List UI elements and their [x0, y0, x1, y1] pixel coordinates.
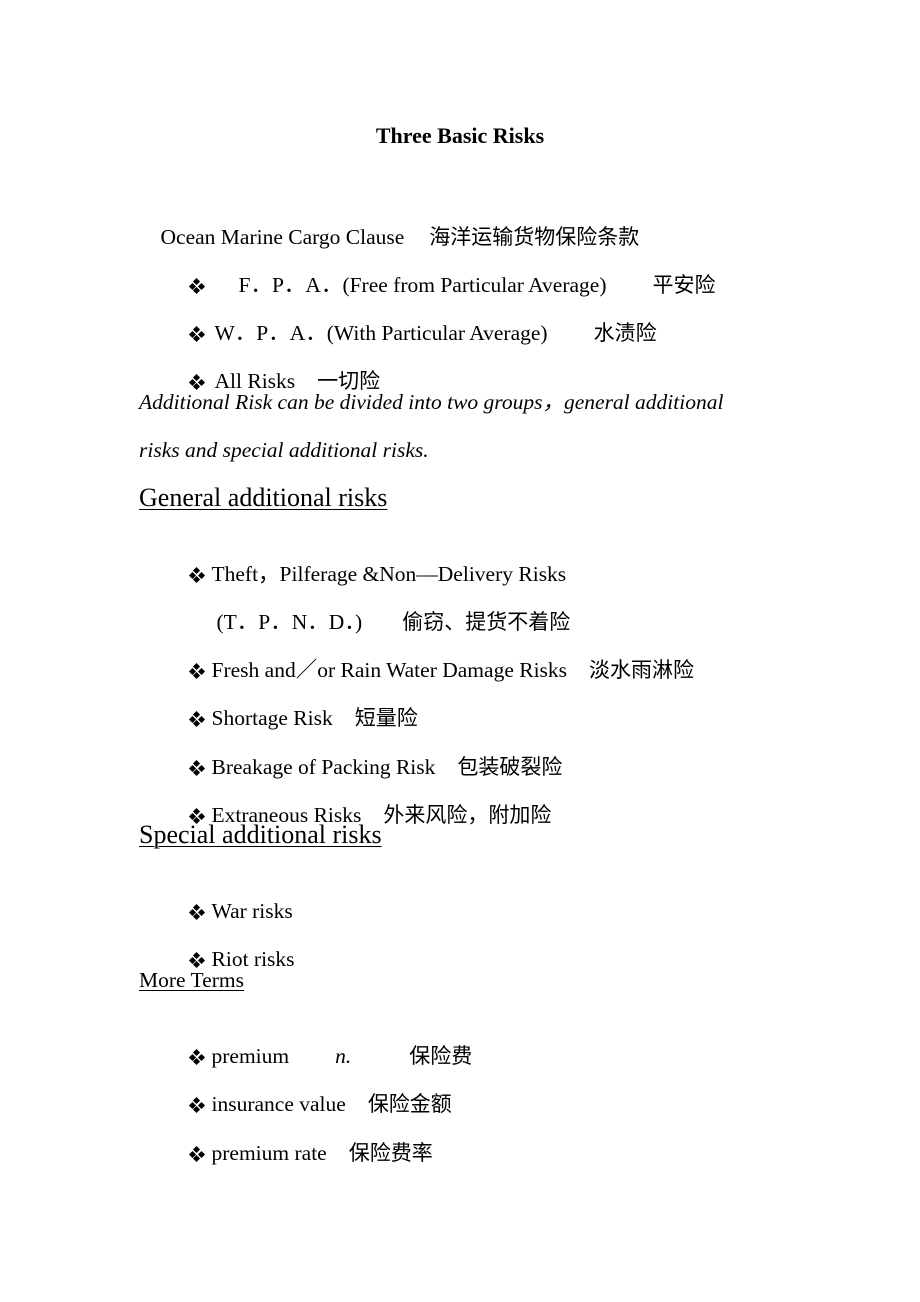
- document-page: Three Basic Risks Ocean Marine Cargo Cla…: [0, 0, 920, 1302]
- basic-risk-cn: 水渍险: [593, 321, 657, 345]
- additional-note-line1: Additional Risk can be divided into two …: [139, 390, 724, 414]
- term-cn: 保险费率: [348, 1141, 433, 1165]
- more-terms-heading: More Terms: [139, 968, 244, 992]
- bullet-icon: [188, 373, 205, 391]
- bullet-icon: [188, 1145, 205, 1163]
- special-section-heading: Special additional risks: [139, 820, 382, 849]
- term-item: premium rate 保险费率: [168, 1111, 433, 1195]
- bullet-icon: [188, 951, 205, 969]
- additional-note-line2: risks and special additional risks.: [139, 438, 429, 462]
- general-section-heading: General additional risks: [139, 483, 388, 512]
- general-risk-cn: 淡水雨淋险: [589, 658, 695, 682]
- bullet-icon: [188, 1096, 205, 1114]
- term-en: premium rate: [211, 1141, 327, 1165]
- basic-risk-cn: 平安险: [652, 273, 716, 297]
- general-risk-cn: 外来风险，附加险: [383, 803, 552, 827]
- document-title: Three Basic Risks: [375, 123, 545, 148]
- bullet-icon: [188, 710, 205, 728]
